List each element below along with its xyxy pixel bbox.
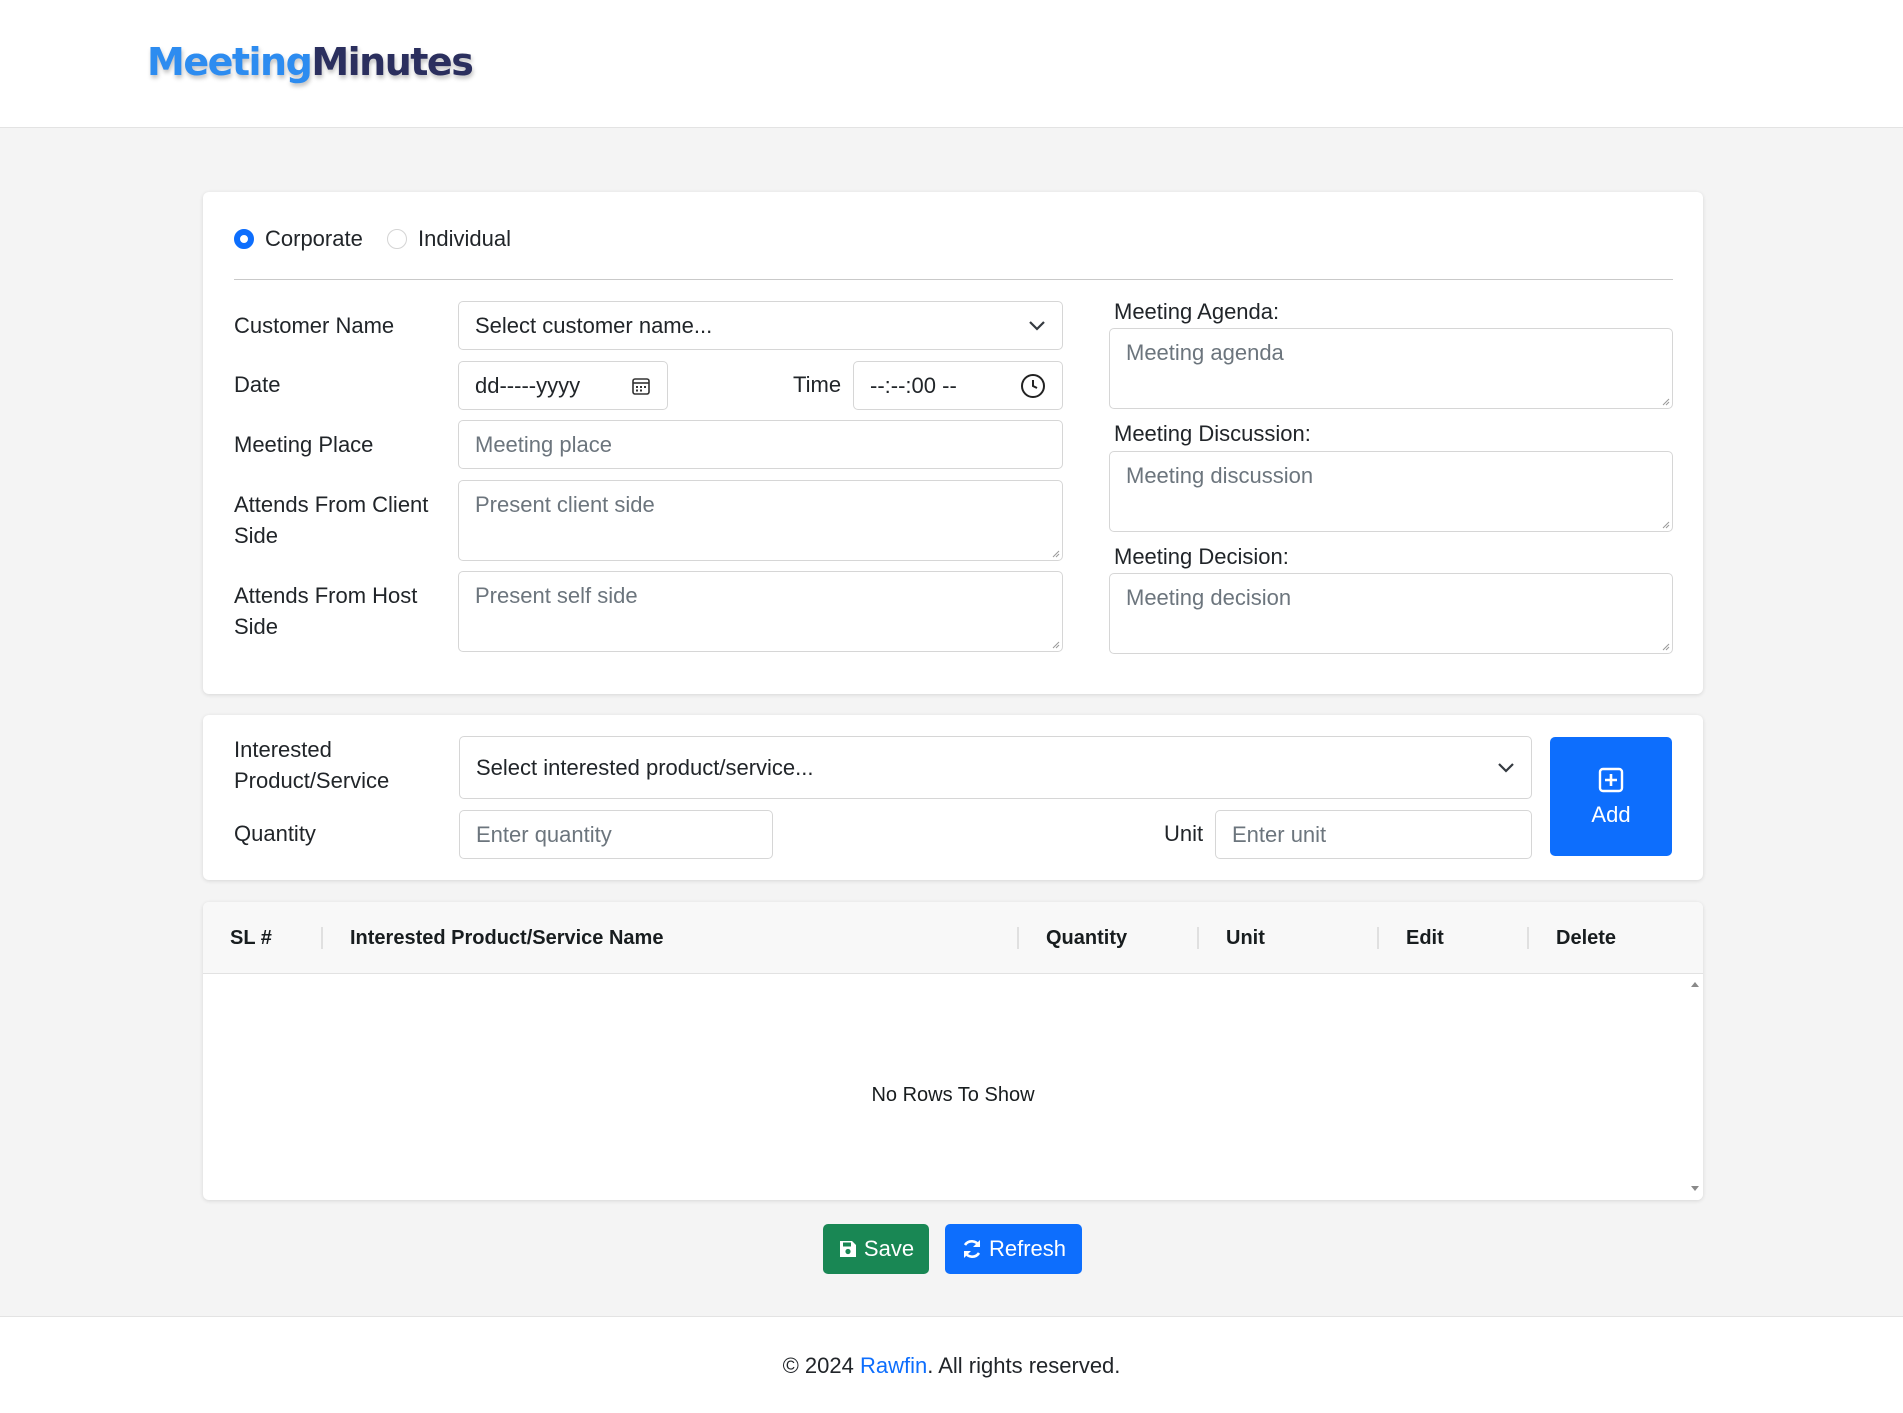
meeting-place-label: Meeting Place — [234, 432, 374, 457]
customer-name-select-value: Select customer name... — [475, 312, 713, 338]
customer-name-select[interactable]: Select customer name... — [458, 301, 1063, 350]
client-side-placeholder: Present client side — [475, 492, 655, 517]
corporate-radio-label[interactable]: Corporate — [265, 226, 363, 252]
footer-company-link[interactable]: Rawfin — [860, 1353, 927, 1378]
footer-rights: . All rights reserved. — [927, 1353, 1121, 1378]
unit-label: Unit — [1164, 821, 1204, 846]
product-label: Interested Product/Service — [234, 737, 390, 793]
resize-grip-icon[interactable] — [1662, 521, 1670, 529]
column-header-product-name[interactable]: Interested Product/Service Name — [350, 927, 663, 950]
save-icon — [839, 1241, 856, 1257]
resize-grip-icon[interactable] — [1662, 398, 1670, 406]
column-resizer[interactable] — [321, 927, 323, 949]
host-side-textarea[interactable]: Present self side — [458, 571, 1063, 652]
resize-grip-icon[interactable] — [1052, 641, 1060, 649]
unit-input[interactable]: Enter unit — [1215, 810, 1532, 859]
plus-square-icon — [1598, 767, 1624, 792]
empty-table-message: No Rows To Show — [871, 1084, 1035, 1106]
footer-copyright: © 2024 — [782, 1353, 860, 1378]
column-resizer[interactable] — [1527, 927, 1529, 949]
host-side-placeholder: Present self side — [475, 583, 638, 608]
discussion-placeholder: Meeting discussion — [1126, 463, 1314, 488]
column-resizer[interactable] — [1377, 927, 1379, 949]
footer-text: © 2024 Rawfin. All rights reserved. — [0, 1353, 1903, 1379]
quantity-input[interactable]: Enter quantity — [459, 810, 773, 859]
column-header-delete[interactable]: Delete — [1556, 927, 1616, 950]
product-card: Interested Product/Service Select intere… — [203, 715, 1703, 880]
table-scrollbar[interactable] — [1687, 974, 1703, 1200]
quantity-placeholder: Enter quantity — [476, 821, 612, 847]
decision-textarea[interactable]: Meeting decision — [1109, 573, 1673, 654]
add-button-label: Add — [1591, 801, 1631, 827]
save-button-label: Save — [863, 1236, 915, 1261]
meeting-place-input[interactable]: Meeting place — [458, 420, 1063, 469]
refresh-icon — [963, 1240, 981, 1258]
resize-grip-icon[interactable] — [1662, 643, 1670, 651]
calendar-icon[interactable] — [631, 376, 651, 396]
time-label: Time — [793, 372, 842, 397]
date-input-value: dd-----yyyy — [475, 372, 581, 398]
date-label: Date — [234, 372, 281, 397]
client-side-textarea[interactable]: Present client side — [458, 480, 1063, 561]
brand-logo-part2: Minutes — [311, 40, 474, 84]
decision-label: Meeting Decision: — [1114, 544, 1289, 569]
refresh-button[interactable]: Refresh — [945, 1224, 1082, 1274]
add-product-button[interactable]: Add — [1550, 737, 1672, 856]
discussion-textarea[interactable]: Meeting discussion — [1109, 451, 1673, 532]
quantity-label: Quantity — [234, 821, 316, 846]
date-input[interactable]: dd-----yyyy — [458, 361, 668, 410]
column-header-sl[interactable]: SL # — [230, 927, 272, 950]
table-header: SL # Interested Product/Service Name Qua… — [203, 902, 1703, 974]
column-resizer[interactable] — [1017, 927, 1019, 949]
product-table: SL # Interested Product/Service Name Qua… — [203, 902, 1703, 1200]
agenda-textarea[interactable]: Meeting agenda — [1109, 328, 1673, 409]
individual-radio[interactable] — [387, 229, 407, 249]
corporate-radio[interactable] — [234, 229, 254, 249]
refresh-button-label: Refresh — [988, 1236, 1067, 1261]
client-side-label: Attends From Client Side — [234, 492, 429, 548]
time-input-value: --:--:00 -- — [870, 372, 957, 398]
chevron-down-icon — [1498, 762, 1514, 773]
resize-grip-icon[interactable] — [1052, 550, 1060, 558]
host-side-label: Attends From Host Side — [234, 583, 418, 639]
column-header-quantity[interactable]: Quantity — [1046, 927, 1127, 950]
meeting-place-placeholder: Meeting place — [475, 431, 612, 457]
agenda-placeholder: Meeting agenda — [1126, 340, 1284, 365]
column-resizer[interactable] — [1197, 927, 1199, 949]
brand-logo-part1: Meeting — [147, 40, 313, 84]
form-divider — [234, 279, 1673, 280]
brand-logo[interactable]: MeetingMinutes — [147, 40, 474, 84]
scroll-arrows-icon — [1691, 982, 1699, 1191]
clock-icon[interactable] — [1020, 373, 1046, 399]
column-header-unit[interactable]: Unit — [1226, 927, 1265, 950]
individual-radio-label[interactable]: Individual — [418, 226, 511, 252]
product-select[interactable]: Select interested product/service... — [459, 736, 1532, 799]
unit-placeholder: Enter unit — [1232, 821, 1327, 847]
page-footer: © 2024 Rawfin. All rights reserved. — [0, 1316, 1903, 1413]
agenda-label: Meeting Agenda: — [1114, 299, 1280, 324]
app-header: MeetingMinutes — [0, 0, 1903, 128]
chevron-down-icon — [1029, 320, 1045, 331]
discussion-label: Meeting Discussion: — [1114, 421, 1311, 446]
customer-name-label: Customer Name — [234, 313, 395, 338]
save-button[interactable]: Save — [823, 1224, 929, 1274]
column-header-edit[interactable]: Edit — [1406, 927, 1444, 950]
time-input[interactable]: --:--:00 -- — [853, 361, 1063, 410]
meeting-form-card: Corporate Individual Customer Name Selec… — [203, 192, 1703, 694]
decision-placeholder: Meeting decision — [1126, 585, 1292, 610]
product-select-value: Select interested product/service... — [476, 754, 814, 780]
